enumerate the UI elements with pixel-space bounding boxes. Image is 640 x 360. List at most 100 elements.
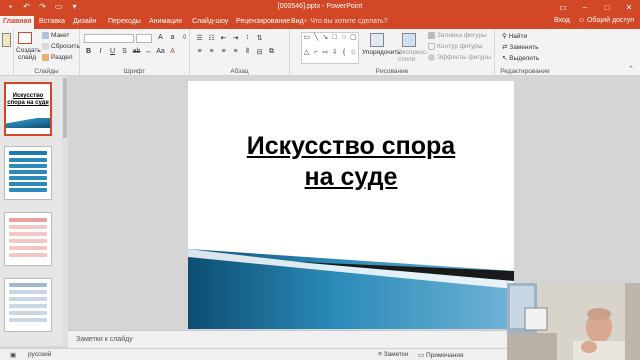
- connector-shape-icon[interactable]: ⌐: [311, 48, 320, 63]
- section-button[interactable]: Раздел: [42, 54, 72, 61]
- arrange-button[interactable]: Упорядочить: [362, 49, 401, 56]
- spellcheck-icon[interactable]: ▣: [10, 351, 16, 359]
- thumbnail-bar: [9, 246, 47, 250]
- current-slide[interactable]: Искусство спора на суде: [188, 81, 514, 329]
- thumbnail-bar: [9, 188, 47, 192]
- clear-format-icon[interactable]: ◊: [180, 34, 189, 41]
- align-right-icon[interactable]: ≡: [219, 48, 228, 56]
- paste-icon[interactable]: [2, 33, 11, 47]
- arrow-shape-icon[interactable]: ↘: [321, 33, 330, 48]
- decrease-indent-icon[interactable]: ⇤: [219, 34, 228, 42]
- smartart-icon[interactable]: ⧉: [267, 48, 276, 56]
- increase-indent-icon[interactable]: ⇥: [231, 34, 240, 42]
- star-shape-icon[interactable]: ☆: [349, 48, 358, 63]
- rect-shape-icon[interactable]: □: [330, 33, 339, 48]
- find-button[interactable]: ⚲ Найти: [502, 32, 527, 40]
- tab-design[interactable]: Дизайн: [70, 17, 100, 29]
- slide-thumbnail-4[interactable]: [4, 278, 52, 332]
- bullets-icon[interactable]: ☰: [195, 34, 204, 42]
- numbering-icon[interactable]: ☷: [207, 34, 216, 42]
- thumbnail-bar: [9, 318, 47, 322]
- new-slide-icon[interactable]: [18, 32, 32, 44]
- new-slide-button[interactable]: Создать слайд: [16, 47, 41, 61]
- shrink-font-icon[interactable]: a: [168, 34, 177, 41]
- font-size-buttons: A a ◊: [156, 34, 189, 41]
- tab-transitions[interactable]: Переходы: [105, 17, 144, 29]
- line-spacing-icon[interactable]: ↕: [243, 34, 252, 42]
- share-button[interactable]: ☺ Общий доступ: [578, 17, 634, 24]
- maximize-icon[interactable]: □: [596, 0, 618, 15]
- minimize-icon[interactable]: –: [574, 0, 596, 15]
- tab-slideshow[interactable]: Слайд-шоу: [189, 17, 231, 29]
- reset-button[interactable]: Сбросить: [42, 43, 80, 50]
- thumbnail-wave-decoration: [6, 118, 50, 128]
- paragraph-group-label: Абзац: [230, 68, 249, 75]
- slide-thumbnail-3[interactable]: [4, 212, 52, 266]
- thumbnail-bar: [9, 239, 47, 243]
- drawing-group-label: Рисование: [375, 68, 409, 75]
- slide-thumbnail-1[interactable]: Искусство спора на суде: [4, 82, 52, 136]
- layout-button[interactable]: Макет: [42, 32, 69, 39]
- slide-title[interactable]: Искусство спора на суде: [188, 131, 514, 193]
- select-button[interactable]: ↖ Выделить: [502, 54, 539, 62]
- window-title: [000546].pptx - PowerPoint: [277, 3, 363, 10]
- justify-icon[interactable]: ≡: [231, 48, 240, 56]
- align-text-icon[interactable]: ⊟: [255, 48, 264, 56]
- presenter-video: [507, 283, 640, 360]
- comments-toggle[interactable]: ▭ Примечания: [418, 351, 463, 359]
- rounded-rect-shape-icon[interactable]: ▢: [349, 33, 358, 48]
- collapse-ribbon-icon[interactable]: ⌃: [628, 65, 634, 73]
- shape-fill-button[interactable]: Заливка фигуры: [428, 32, 487, 39]
- font-color-icon[interactable]: A: [168, 48, 177, 55]
- change-case-icon[interactable]: Aa: [156, 48, 165, 55]
- font-size-combo[interactable]: [136, 34, 152, 43]
- tab-insert[interactable]: Вставка: [36, 17, 68, 29]
- quick-styles-icon[interactable]: [402, 33, 416, 47]
- line-shape-icon[interactable]: ╲: [311, 33, 320, 48]
- align-left-icon[interactable]: ≡: [195, 48, 204, 56]
- thumbnail-bar: [9, 311, 47, 315]
- shape-outline-button[interactable]: Контур фигуры: [428, 43, 482, 50]
- triangle-shape-icon[interactable]: △: [302, 48, 311, 63]
- slide-thumbnail-2[interactable]: [4, 146, 52, 200]
- spacing-icon[interactable]: ↔: [144, 48, 153, 55]
- brace-shape-icon[interactable]: {: [339, 48, 348, 63]
- bold-icon[interactable]: B: [84, 48, 93, 55]
- right-arrow-shape-icon[interactable]: ⇨: [321, 48, 330, 63]
- tell-me-box[interactable]: ♀ Что вы хотите сделать?: [303, 18, 388, 25]
- shapes-gallery[interactable]: ▭ ╲ ↘ □ ○ ▢ △ ⌐ ⇨ ⇩ { ☆: [301, 32, 359, 64]
- underline-icon[interactable]: U: [108, 48, 117, 55]
- arrange-icon[interactable]: [370, 33, 384, 47]
- textbox-shape-icon[interactable]: ▭: [302, 33, 311, 48]
- columns-icon[interactable]: ⫴: [243, 48, 252, 56]
- down-arrow-shape-icon[interactable]: ⇩: [330, 48, 339, 63]
- tab-animations[interactable]: Анимация: [146, 17, 185, 29]
- section-icon: [42, 54, 49, 61]
- font-name-combo[interactable]: [84, 34, 134, 43]
- notes-toggle[interactable]: ≡ Заметки: [378, 351, 408, 358]
- quick-styles-button[interactable]: Экспресс-стили: [398, 49, 428, 63]
- tab-review[interactable]: Рецензирование: [233, 17, 293, 29]
- thumbnail-bar: [9, 232, 47, 236]
- grow-font-icon[interactable]: A: [156, 34, 165, 41]
- slides-group-label: Слайды: [34, 68, 59, 75]
- strikethrough-icon[interactable]: ab: [132, 48, 141, 55]
- replace-button[interactable]: ⇄ Заменить: [502, 43, 538, 51]
- shadow-icon[interactable]: S: [120, 48, 129, 55]
- oval-shape-icon[interactable]: ○: [339, 33, 348, 48]
- thumbnail-bar: [9, 176, 47, 180]
- notes-pane[interactable]: Заметки к слайду: [68, 330, 508, 348]
- paragraph-group: ☰ ☷ ⇤ ⇥ ↕ ⇅ ≡ ≡ ≡ ≡ ⫴ ⊟ ⧉ Абзац: [190, 29, 290, 76]
- text-direction-icon[interactable]: ⇅: [255, 34, 264, 42]
- scrollbar-thumb[interactable]: [63, 78, 67, 138]
- italic-icon[interactable]: I: [96, 48, 105, 55]
- ribbon-display-icon[interactable]: ▭: [552, 0, 574, 15]
- close-icon[interactable]: ✕: [618, 0, 640, 15]
- slide-wave-decoration: [188, 249, 514, 329]
- signin-link[interactable]: Вход: [554, 17, 570, 24]
- language-indicator[interactable]: русский: [28, 351, 51, 358]
- window-controls: ▭ – □ ✕: [552, 0, 640, 15]
- shape-effects-button[interactable]: Эффекты фигуры: [428, 54, 491, 61]
- tab-home[interactable]: Главная: [0, 16, 35, 29]
- align-center-icon[interactable]: ≡: [207, 48, 216, 56]
